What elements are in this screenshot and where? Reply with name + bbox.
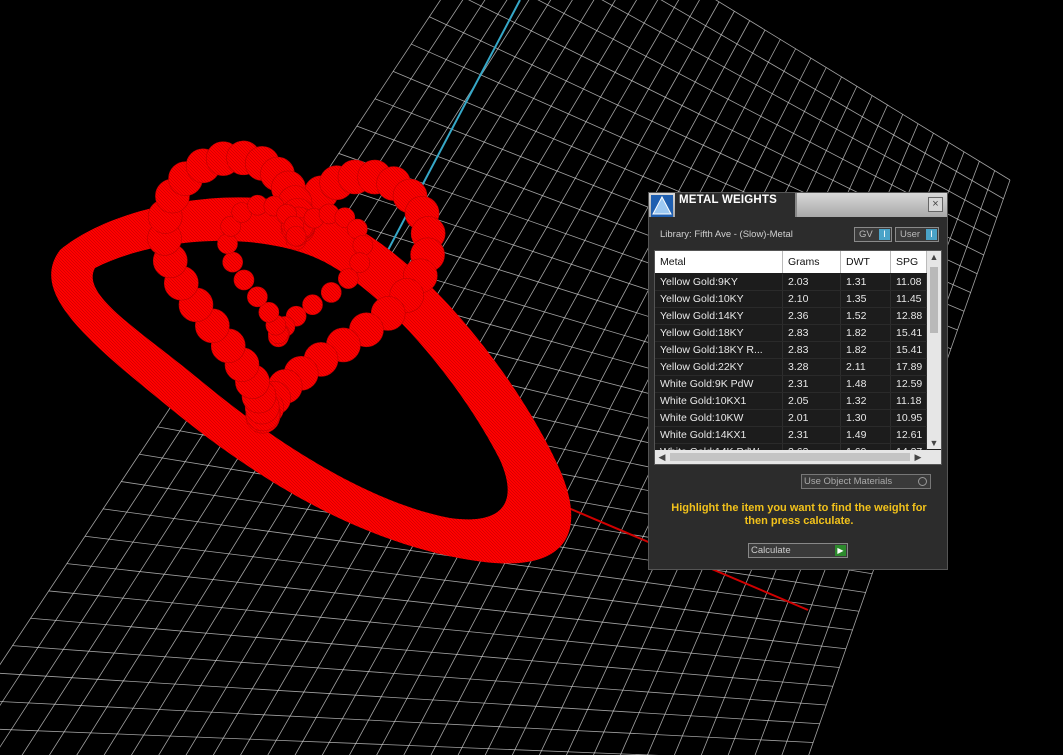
table-row[interactable]: Yellow Gold:18KY R... 2.83 1.82 15.41 [655, 342, 927, 359]
spg-cell: 17.89 [891, 359, 927, 375]
use-object-materials-toggle[interactable]: Use Object Materials [801, 474, 931, 489]
scroll-left-icon[interactable]: ◀ [655, 452, 669, 463]
metal-cell: Yellow Gold:14KY [655, 308, 783, 324]
metal-table: Metal Grams DWT SPG Yellow Gold:9KY 2.03 1… [654, 250, 942, 465]
table-row[interactable]: Yellow Gold:9KY 2.03 1.31 11.08 [655, 274, 927, 291]
use-object-materials-label: Use Object Materials [804, 476, 893, 487]
gv-toggle[interactable]: GV I [854, 227, 892, 242]
dwt-cell: 1.35 [841, 291, 891, 307]
dwt-cell: 1.49 [841, 427, 891, 443]
spg-cell: 11.18 [891, 393, 927, 409]
table-header: Metal Grams DWT SPG [655, 251, 927, 273]
user-toggle-icon: I [926, 229, 937, 240]
library-label: Library: Fifth Ave - (Slow)-Metal [660, 229, 793, 240]
close-button[interactable]: × [928, 197, 943, 212]
dwt-cell: 1.82 [841, 325, 891, 341]
metal-cell: Yellow Gold:10KY [655, 291, 783, 307]
table-row[interactable]: Yellow Gold:14KY 2.36 1.52 12.88 [655, 308, 927, 325]
dwt-cell: 1.31 [841, 274, 891, 290]
gv-toggle-icon: I [879, 229, 890, 240]
spg-cell: 15.41 [891, 325, 927, 341]
calculate-label: Calculate [751, 545, 791, 556]
radio-circle-icon [918, 477, 927, 486]
horizontal-scrollbar[interactable]: ◀ ▶ [655, 450, 941, 464]
gv-label: GV [859, 229, 873, 240]
dwt-cell: 1.48 [841, 376, 891, 392]
calculate-button[interactable]: Calculate ▶ [748, 543, 848, 558]
hint-text: Highlight the item you want to find the … [671, 502, 927, 527]
column-header-spg[interactable]: SPG [891, 251, 927, 273]
grams-cell: 2.83 [783, 325, 841, 341]
vertical-scrollbar[interactable]: ▲ ▼ [927, 251, 941, 449]
grams-cell: 2.05 [783, 393, 841, 409]
dwt-cell: 1.82 [841, 342, 891, 358]
table-row[interactable]: White Gold:9K PdW 2.31 1.48 12.59 [655, 376, 927, 393]
table-row[interactable]: Yellow Gold:22KY 3.28 2.11 17.89 [655, 359, 927, 376]
metal-weights-dialog: METAL WEIGHTS × Library: Fifth Ave - (Sl… [648, 192, 948, 570]
table-row[interactable]: White Gold:14KX1 2.31 1.49 12.61 [655, 427, 927, 444]
horizontal-scroll-thumb[interactable] [670, 453, 910, 461]
metal-cell: Yellow Gold:9KY [655, 274, 783, 290]
spg-cell: 11.45 [891, 291, 927, 307]
dwt-cell: 1.52 [841, 308, 891, 324]
table-row[interactable]: Yellow Gold:18KY 2.83 1.82 15.41 [655, 325, 927, 342]
grams-cell: 2.31 [783, 427, 841, 443]
dialog-title: METAL WEIGHTS [679, 194, 778, 206]
grams-cell: 2.36 [783, 308, 841, 324]
grams-cell: 2.83 [783, 342, 841, 358]
column-header-grams[interactable]: Grams [783, 251, 841, 273]
scroll-right-icon[interactable]: ▶ [911, 452, 925, 463]
scroll-down-icon[interactable]: ▼ [927, 438, 941, 448]
metal-cell: White Gold:10KW [655, 410, 783, 426]
metal-cell: White Gold:10KX1 [655, 393, 783, 409]
metal-cell: White Gold:14KX1 [655, 427, 783, 443]
table-row[interactable]: White Gold:10KW 2.01 1.30 10.95 [655, 410, 927, 427]
grams-cell: 2.01 [783, 410, 841, 426]
metal-cell: Yellow Gold:18KY R... [655, 342, 783, 358]
close-icon: × [932, 198, 939, 210]
spg-cell: 15.41 [891, 342, 927, 358]
spg-cell: 12.88 [891, 308, 927, 324]
grams-cell: 2.03 [783, 274, 841, 290]
dwt-cell: 1.30 [841, 410, 891, 426]
column-header-metal[interactable]: Metal [655, 251, 783, 273]
play-icon: ▶ [835, 545, 846, 556]
table-row[interactable]: White Gold:10KX1 2.05 1.32 11.18 [655, 393, 927, 410]
column-header-dwt[interactable]: DWT [841, 251, 891, 273]
grams-cell: 2.10 [783, 291, 841, 307]
metal-cell: Yellow Gold:22KY [655, 359, 783, 375]
spg-cell: 12.61 [891, 427, 927, 443]
dwt-cell: 1.32 [841, 393, 891, 409]
spg-cell: 10.95 [891, 410, 927, 426]
user-label: User [900, 229, 921, 240]
table-rows: Yellow Gold:9KY 2.03 1.31 11.08 Yellow Gold:… [655, 274, 927, 461]
metal-cell: White Gold:9K PdW [655, 376, 783, 392]
grams-cell: 2.31 [783, 376, 841, 392]
spg-cell: 11.08 [891, 274, 927, 290]
scroll-up-icon[interactable]: ▲ [927, 252, 941, 262]
metal-cell: Yellow Gold:18KY [655, 325, 783, 341]
app-logo-icon [651, 195, 673, 217]
spg-cell: 12.59 [891, 376, 927, 392]
user-toggle[interactable]: User I [895, 227, 939, 242]
dwt-cell: 2.11 [841, 359, 891, 375]
grams-cell: 3.28 [783, 359, 841, 375]
table-row[interactable]: Yellow Gold:10KY 2.10 1.35 11.45 [655, 291, 927, 308]
title-bar[interactable]: METAL WEIGHTS × [649, 193, 947, 217]
vertical-scroll-thumb[interactable] [930, 267, 938, 333]
